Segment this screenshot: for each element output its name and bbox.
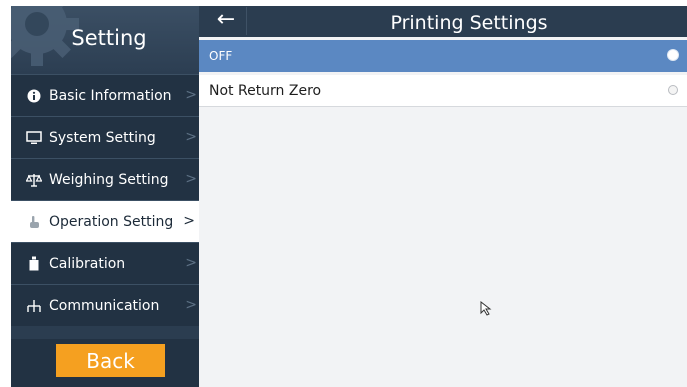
option-label: Not Return Zero bbox=[209, 82, 322, 99]
weight-icon bbox=[19, 256, 49, 271]
chevron-right-icon: > bbox=[183, 213, 195, 229]
title-bar: ← Printing Settings bbox=[199, 6, 687, 37]
main-panel: ← Printing Settings OFF Not Return Zero bbox=[199, 6, 687, 387]
sidebar-title: Setting bbox=[71, 26, 147, 50]
radio-unselected-icon[interactable] bbox=[668, 85, 678, 95]
sidebar-header: Setting bbox=[11, 6, 199, 74]
back-button[interactable]: Back bbox=[56, 344, 165, 377]
radio-selected-icon[interactable] bbox=[668, 50, 678, 60]
chevron-right-icon: > bbox=[185, 297, 197, 313]
page-title: Printing Settings bbox=[390, 12, 548, 34]
chevron-right-icon: > bbox=[185, 129, 197, 145]
sidebar-item-system-setting[interactable]: System Setting > bbox=[11, 116, 199, 158]
sidebar-item-label: Calibration bbox=[49, 255, 126, 272]
hand-icon bbox=[19, 215, 49, 229]
sidebar-item-label: Basic Information bbox=[49, 87, 172, 104]
chevron-right-icon: > bbox=[185, 255, 197, 271]
sidebar-item-communication[interactable]: Communication > bbox=[11, 284, 199, 326]
chevron-right-icon: > bbox=[185, 87, 197, 103]
mouse-cursor-icon bbox=[480, 301, 492, 316]
info-icon bbox=[19, 89, 49, 103]
sidebar-item-label: Operation Setting bbox=[49, 213, 174, 230]
sidebar-item-operation-setting[interactable]: Operation Setting > bbox=[11, 200, 199, 242]
device-screen: Setting Basic Information > System Setti… bbox=[0, 0, 687, 387]
sidebar-item-basic-information[interactable]: Basic Information > bbox=[11, 74, 199, 116]
network-icon bbox=[19, 299, 49, 313]
sidebar-item-calibration[interactable]: Calibration > bbox=[11, 242, 199, 284]
option-off[interactable]: OFF bbox=[199, 40, 687, 72]
sidebar-item-label: Weighing Setting bbox=[49, 171, 169, 188]
sidebar: Setting Basic Information > System Setti… bbox=[11, 6, 199, 387]
back-button-area: Back bbox=[11, 339, 199, 387]
monitor-icon bbox=[19, 130, 49, 145]
option-label: OFF bbox=[209, 49, 233, 63]
option-not-return-zero[interactable]: Not Return Zero bbox=[199, 75, 687, 107]
chevron-right-icon: > bbox=[185, 171, 197, 187]
sidebar-item-weighing-setting[interactable]: Weighing Setting > bbox=[11, 158, 199, 200]
scale-icon bbox=[19, 173, 49, 187]
back-arrow-icon[interactable]: ← bbox=[206, 7, 247, 35]
sidebar-item-label: System Setting bbox=[49, 129, 156, 146]
sidebar-item-label: Communication bbox=[49, 297, 160, 314]
